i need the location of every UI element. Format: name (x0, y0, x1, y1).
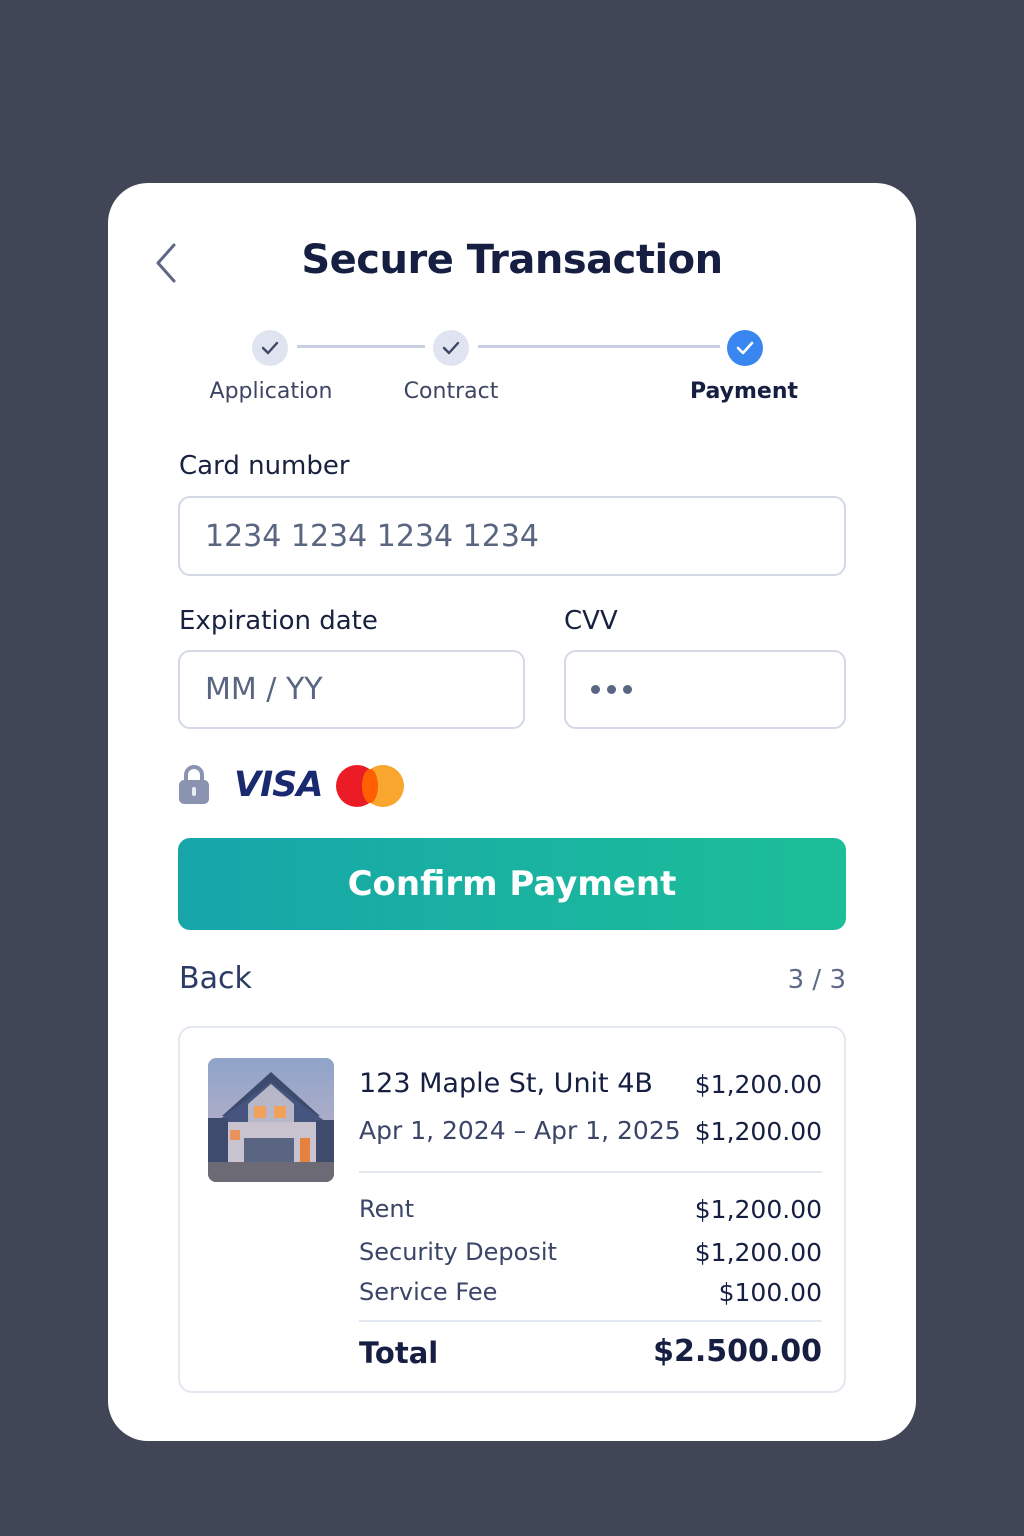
total-amount: $2.500.00 (653, 1334, 822, 1369)
step-label-contract: Contract (403, 379, 499, 404)
card-number-label: Card number (179, 451, 350, 481)
step-connector (297, 345, 425, 348)
mastercard-logo (336, 765, 406, 807)
line-item-rent-label: Rent (359, 1195, 414, 1223)
total-label: Total (359, 1336, 439, 1370)
line-item-deposit-label: Security Deposit (359, 1238, 557, 1266)
card-number-input[interactable]: 1234 1234 1234 1234 (178, 496, 846, 576)
step-label-payment: Payment (689, 379, 799, 404)
expiration-date-input[interactable]: MM / YY (178, 650, 525, 729)
cvv-placeholder (591, 685, 632, 694)
line-item-rent-amount: $1,200.00 (694, 1195, 822, 1224)
progress-stepper: Application Contract Payment (108, 183, 916, 443)
dates-amount: $1,200.00 (694, 1117, 822, 1146)
line-item-fee-amount: $100.00 (718, 1278, 822, 1307)
step-application-check-icon (252, 330, 288, 366)
lock-icon (178, 763, 210, 809)
step-payment-check-icon (727, 330, 763, 366)
expiration-date-label: Expiration date (179, 606, 378, 636)
step-contract-check-icon (433, 330, 469, 366)
total-divider (359, 1320, 822, 1322)
cvv-label: CVV (564, 606, 618, 636)
address-amount: $1,200.00 (694, 1070, 822, 1099)
expiration-date-placeholder: MM / YY (205, 672, 323, 707)
lease-dates: Apr 1, 2024 – Apr 1, 2025 (359, 1116, 681, 1145)
summary-divider (359, 1171, 822, 1173)
back-link[interactable]: Back (179, 961, 252, 996)
confirm-payment-button[interactable]: Confirm Payment (178, 838, 846, 930)
card-number-placeholder: 1234 1234 1234 1234 (205, 518, 539, 554)
property-thumbnail (208, 1058, 334, 1182)
payment-badges: VISA (178, 763, 478, 807)
step-connector (478, 345, 720, 348)
step-label-application: Application (209, 379, 333, 404)
property-address: 123 Maple St, Unit 4B (359, 1068, 653, 1099)
visa-logo: VISA (234, 765, 323, 805)
cvv-input[interactable] (564, 650, 846, 729)
line-item-deposit-amount: $1,200.00 (694, 1238, 822, 1267)
line-item-fee-label: Service Fee (359, 1278, 498, 1306)
payment-card: Secure Transaction Application Contract … (108, 183, 916, 1441)
page-counter: 3 / 3 (787, 965, 846, 995)
order-summary: 123 Maple St, Unit 4B $1,200.00 Apr 1, 2… (178, 1026, 846, 1393)
